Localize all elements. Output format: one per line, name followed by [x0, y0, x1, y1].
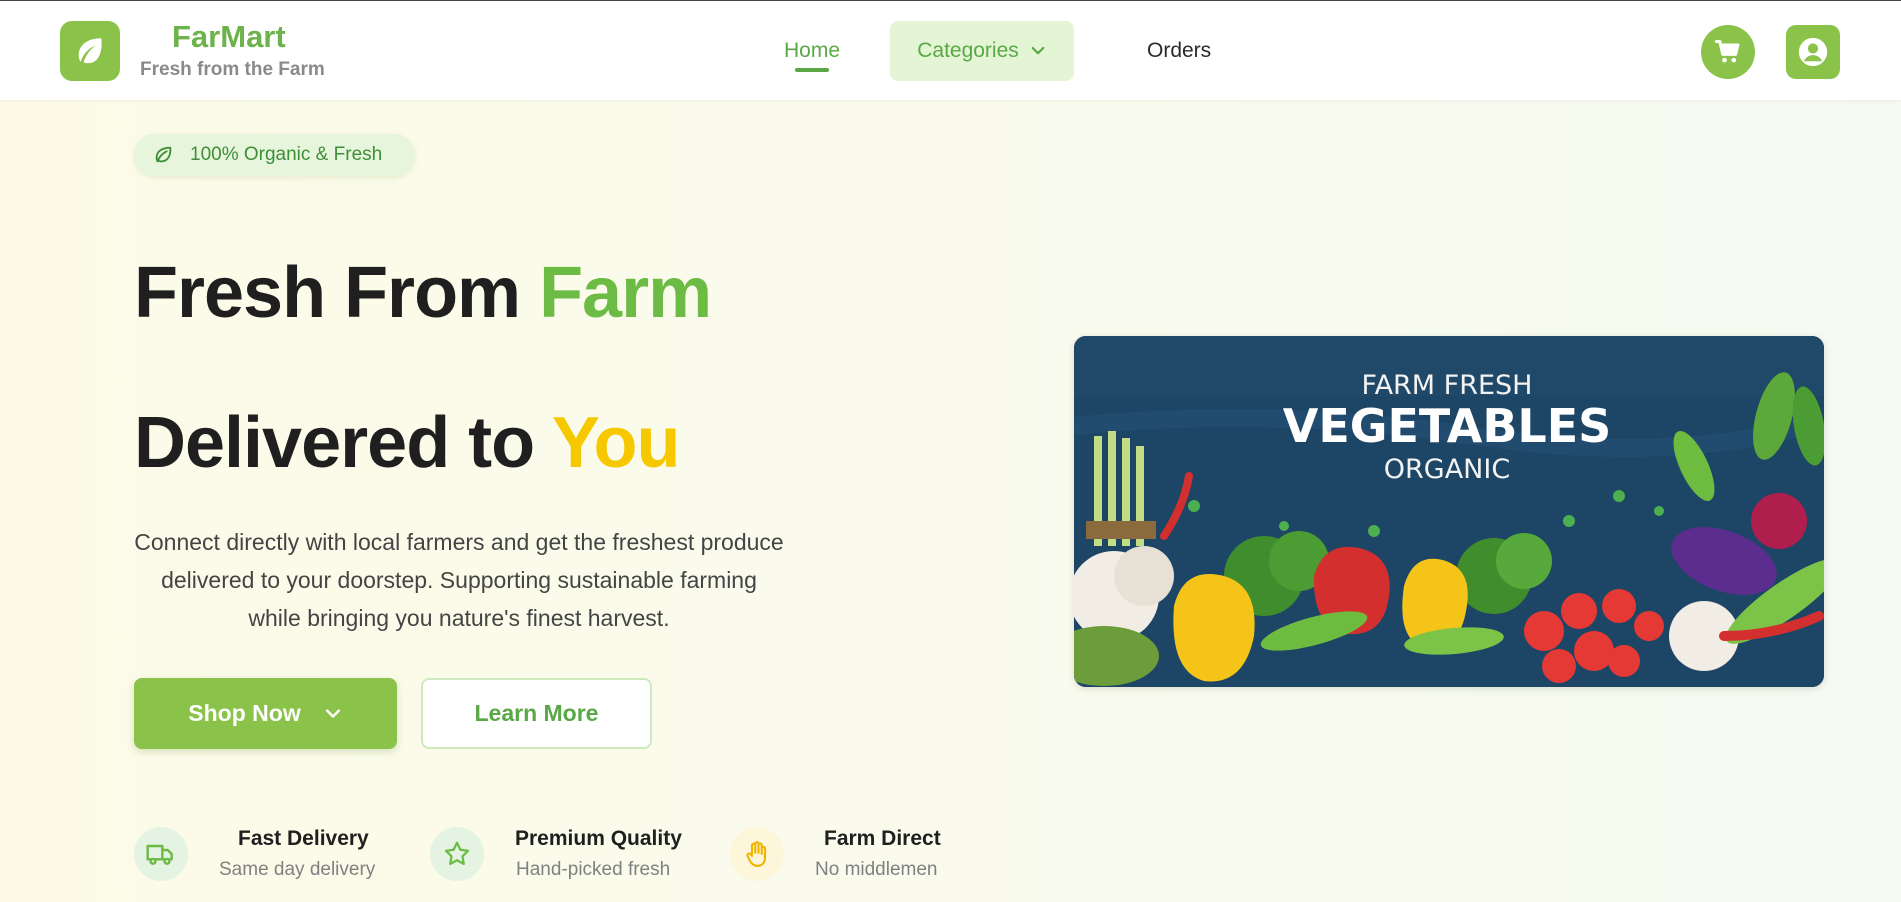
nav-categories-dropdown[interactable]: Categories: [890, 21, 1074, 81]
learn-more-button[interactable]: Learn More: [421, 678, 652, 749]
hero-title-accent-you: You: [551, 403, 681, 483]
vegetables-illustration: FARM FRESH VEGETABLES ORGANIC: [1074, 336, 1824, 687]
star-icon: [444, 841, 470, 865]
chevron-down-icon: [325, 708, 340, 718]
brand-tagline: Fresh from the Farm: [140, 59, 325, 80]
organic-badge: 100% Organic & Fresh: [134, 134, 415, 176]
hero-title-accent-farm: Farm: [539, 253, 712, 333]
feature-title: Premium Quality: [515, 827, 682, 850]
banner-line-1: FARM FRESH: [1362, 370, 1533, 401]
cart-button[interactable]: [1701, 25, 1755, 79]
site-header: FarMart Fresh from the Farm Home Categor…: [0, 1, 1901, 100]
shop-now-label: Shop Now: [188, 700, 301, 726]
brand-name: FarMart: [172, 19, 286, 54]
feature-icon-wrap: [430, 827, 484, 881]
logo[interactable]: [60, 21, 120, 81]
feature-icon-wrap: [730, 827, 784, 881]
feature-subtitle: Same day delivery: [219, 859, 376, 880]
feature-title: Fast Delivery: [238, 827, 369, 850]
feature-title: Farm Direct: [824, 827, 941, 850]
chevron-down-icon: [1031, 46, 1045, 55]
feature-icon-wrap: [134, 827, 188, 881]
banner-line-2: VEGETABLES: [1283, 399, 1612, 453]
nav-home-link[interactable]: Home: [784, 39, 840, 63]
cart-icon: [1714, 39, 1740, 63]
hero-banner-image: FARM FRESH VEGETABLES ORGANIC: [1074, 336, 1824, 687]
hero-title-line-2: Delivered to You: [134, 402, 681, 484]
banner-line-3: ORGANIC: [1384, 454, 1510, 485]
leaf-icon: [78, 38, 102, 64]
learn-more-label: Learn More: [474, 700, 599, 726]
hero-title-line-1-text: Fresh From: [134, 253, 540, 333]
nav-active-indicator: [795, 68, 829, 72]
nav-orders-link[interactable]: Orders: [1147, 39, 1211, 63]
hero-description: Connect directly with local farmers and …: [134, 529, 784, 631]
truck-icon: [146, 844, 173, 865]
nav-categories-label: Categories: [917, 39, 1019, 62]
organic-badge-label: 100% Organic & Fresh: [190, 144, 383, 165]
hero-title-line-1: Fresh From Farm: [134, 252, 712, 334]
feature-subtitle: No middlemen: [815, 859, 938, 880]
feature-subtitle: Hand-picked fresh: [516, 859, 671, 880]
account-button[interactable]: [1786, 25, 1840, 79]
leaf-outline-icon: [155, 146, 172, 163]
hero-title-line-2-text: Delivered to: [134, 403, 552, 483]
user-icon: [1798, 37, 1828, 67]
hand-icon: [746, 841, 767, 867]
shop-now-button[interactable]: Shop Now: [134, 678, 397, 749]
